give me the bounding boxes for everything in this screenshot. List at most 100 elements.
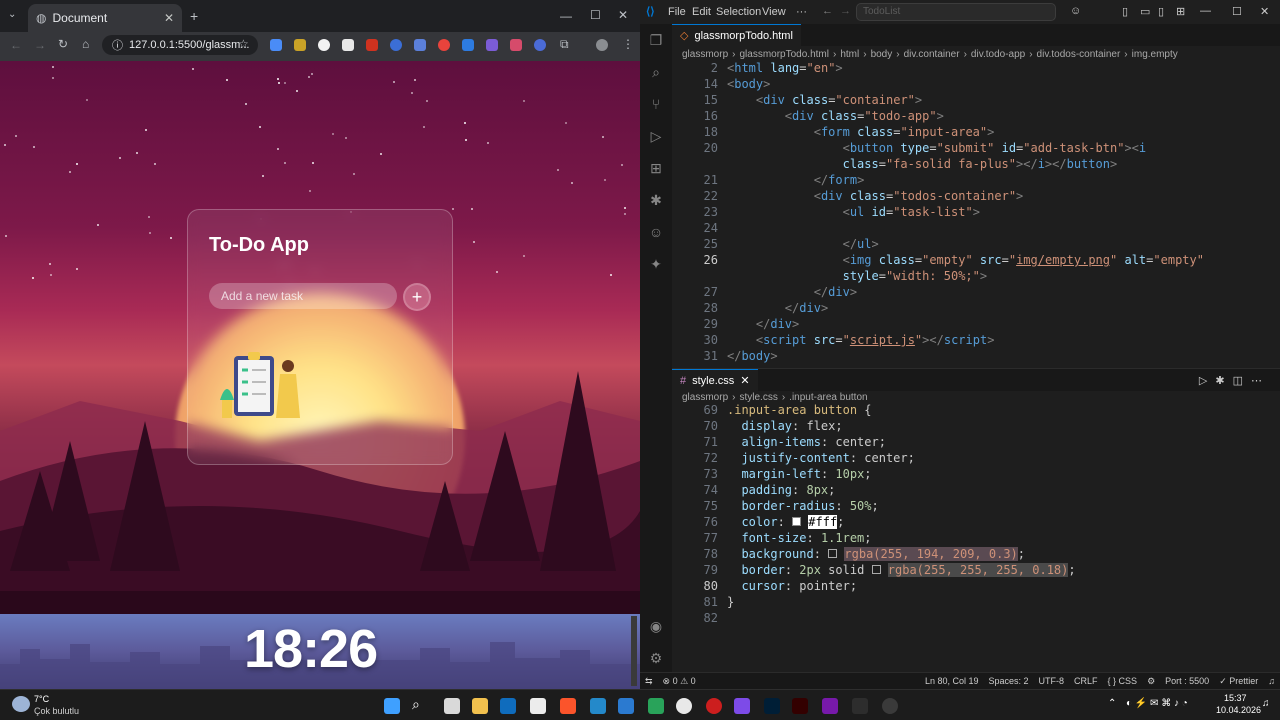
minimize-icon[interactable]: — <box>1200 5 1211 17</box>
file-explorer-icon[interactable] <box>472 698 488 714</box>
more-menu-icon[interactable]: ··· <box>796 6 807 18</box>
extension-3-icon[interactable] <box>318 39 330 51</box>
extension-4-icon[interactable] <box>342 39 354 51</box>
code-line[interactable]: <div class="todo-app"> <box>727 109 944 123</box>
breadcrumb-item[interactable]: style.css <box>739 392 777 403</box>
settings-gear-icon[interactable]: ⚙ <box>648 650 664 666</box>
code-line[interactable]: class="fa-solid fa-plus"></i></button> <box>727 157 1118 171</box>
editor-actions-icon[interactable]: ▷✱◫⋯ <box>1199 374 1270 387</box>
tab-html-file[interactable]: ◇ glassmorpTodo.html <box>672 24 801 46</box>
run-debug-icon[interactable]: ▷ <box>648 128 664 144</box>
code-line[interactable]: </body> <box>727 349 778 363</box>
extension-6-icon[interactable] <box>390 39 402 51</box>
layout-panel-icon[interactable]: ▭ <box>1140 5 1150 18</box>
weather-temp[interactable]: 7°C <box>34 694 49 704</box>
menu-edit[interactable]: Edit <box>692 6 711 18</box>
breadcrumb-item[interactable]: img.empty <box>1132 49 1178 60</box>
remote-icon[interactable]: ⇆ <box>645 676 653 687</box>
weather-cloud-icon[interactable] <box>12 696 30 712</box>
code-line[interactable]: } <box>727 595 734 609</box>
extension-9-icon[interactable] <box>462 39 474 51</box>
code-line[interactable]: <ul id="task-list"> <box>727 205 980 219</box>
cursor-position[interactable]: Ln 80, Col 19 <box>925 676 979 686</box>
menu-view[interactable]: View <box>762 6 786 18</box>
site-info-icon[interactable]: ⓘ <box>112 37 123 53</box>
tray-overflow-icon[interactable]: ⌃ <box>1108 698 1116 709</box>
notifications-icon[interactable]: ♫ <box>1268 676 1275 686</box>
tab-list-icon[interactable]: ⌄ <box>8 9 16 20</box>
ai-sparkle-icon[interactable]: ✦ <box>648 256 664 272</box>
reload-icon[interactable]: ↻ <box>58 37 68 51</box>
notification-bell-icon[interactable]: ♫ <box>1262 698 1270 709</box>
new-tab-icon[interactable]: + <box>190 8 198 24</box>
home-icon[interactable]: ⌂ <box>82 37 89 51</box>
indentation[interactable]: Spaces: 2 <box>989 676 1029 686</box>
problems-count[interactable]: ⊗ 0 ⚠ 0 <box>663 676 696 687</box>
code-line[interactable]: font-size: 1.1rem; <box>727 531 871 545</box>
live-server-icon[interactable]: ⚙ <box>1147 676 1155 687</box>
code-line[interactable]: border: 2px solid rgba(255, 255, 255, 0.… <box>727 563 1076 577</box>
clock-date[interactable]: 10.04.2026 <box>1216 705 1261 715</box>
code-line[interactable]: .input-area button { <box>727 403 872 417</box>
menu-file[interactable]: File <box>668 6 686 18</box>
nav-back-icon[interactable]: ← <box>822 5 833 17</box>
app-icon[interactable] <box>852 698 868 714</box>
code-line[interactable]: background: rgba(255, 194, 209, 0.3); <box>727 547 1025 561</box>
code-line[interactable]: cursor: pointer; <box>727 579 857 593</box>
bookmark-star-icon[interactable]: ☆ <box>238 37 249 51</box>
code-line[interactable]: <img class="empty" src="img/empty.png" a… <box>727 253 1204 267</box>
browser-tab[interactable]: ◍ Document ✕ <box>28 4 182 32</box>
customize-layout-icon[interactable]: ⊞ <box>1176 5 1185 18</box>
code-line[interactable]: </div> <box>727 285 857 299</box>
extension-5-icon[interactable] <box>366 39 378 51</box>
code-line[interactable]: display: flex; <box>727 419 842 433</box>
breadcrumb-item[interactable]: .input-area button <box>789 392 867 403</box>
account-icon[interactable]: ◉ <box>648 618 664 634</box>
photoshop-icon[interactable] <box>764 698 780 714</box>
outlook-icon[interactable] <box>500 698 516 714</box>
back-icon[interactable]: ← <box>10 38 22 52</box>
explorer-icon[interactable]: ❐ <box>648 32 664 48</box>
extension-7-icon[interactable] <box>414 39 426 51</box>
copilot-icon[interactable]: ☺ <box>1070 5 1081 17</box>
menu-selection[interactable]: Selection <box>716 6 761 18</box>
copilot-chat-icon[interactable]: ☺ <box>648 224 664 240</box>
search-icon[interactable]: ⌕ <box>648 64 664 80</box>
html-code-editor[interactable]: 2 <html lang="en"> 14 <body> 15 <div class="… <box>672 61 1272 366</box>
breadcrumb-item[interactable]: glassmorp <box>682 392 728 403</box>
source-control-icon[interactable]: ⑂ <box>648 96 664 112</box>
extension-12-icon[interactable] <box>534 39 546 51</box>
minimize-icon[interactable]: — <box>560 9 572 23</box>
breadcrumb-item[interactable]: glassmorpTodo.html <box>739 49 828 60</box>
code-line[interactable]: </div> <box>727 301 828 315</box>
tray-icons[interactable]: ◐ ⚡ ✉ ⌘ ♪ ◔ <box>1126 698 1188 709</box>
extensions-icon[interactable]: ⊞ <box>648 160 664 176</box>
code-line[interactable]: border-radius: 50%; <box>727 499 878 513</box>
brave-icon[interactable] <box>560 698 576 714</box>
close-tab-icon[interactable]: ✕ <box>164 11 174 25</box>
onenote-icon[interactable] <box>822 698 838 714</box>
live-server-port[interactable]: Port : 5500 <box>1165 676 1209 686</box>
code-line[interactable]: </div> <box>727 317 799 331</box>
code-line[interactable]: <form class="input-area"> <box>727 125 995 139</box>
illustrator-icon[interactable] <box>792 698 808 714</box>
breadcrumb-item[interactable]: div.todos-container <box>1037 49 1121 60</box>
command-center-search[interactable]: TodoList <box>856 3 1056 21</box>
extension-1-icon[interactable] <box>270 39 282 51</box>
close-window-icon[interactable]: ✕ <box>618 8 628 22</box>
line-ending[interactable]: CRLF <box>1074 676 1098 686</box>
extension-2-icon[interactable] <box>294 39 306 51</box>
css-code-editor[interactable]: 69 .input-area button {70 display: flex; 7… <box>672 403 1272 625</box>
close-tab-icon[interactable]: ✕ <box>740 374 749 387</box>
vscode-taskbar-icon[interactable] <box>590 698 606 714</box>
breadcrumb-item[interactable]: div.container <box>904 49 960 60</box>
app-icon[interactable] <box>734 698 750 714</box>
code-line[interactable]: padding: 8px; <box>727 483 835 497</box>
app-icon[interactable] <box>618 698 634 714</box>
extension-10-icon[interactable] <box>486 39 498 51</box>
extension-8-icon[interactable] <box>438 39 450 51</box>
breadcrumb-item[interactable]: html <box>840 49 859 60</box>
code-line[interactable]: <body> <box>727 77 770 91</box>
opera-icon[interactable] <box>706 698 722 714</box>
browser-menu-icon[interactable]: ⋮ <box>622 37 634 51</box>
